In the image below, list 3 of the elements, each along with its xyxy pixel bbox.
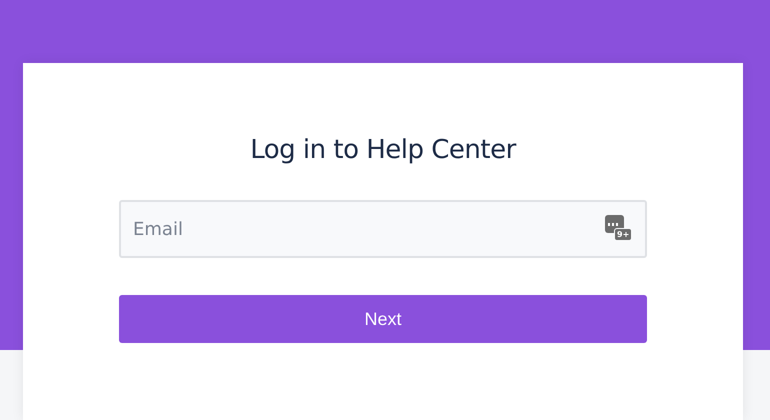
page-title: Log in to Help Center <box>250 135 516 165</box>
email-field[interactable]: Email 9+ <box>119 200 647 258</box>
next-button[interactable]: Next <box>119 295 647 343</box>
